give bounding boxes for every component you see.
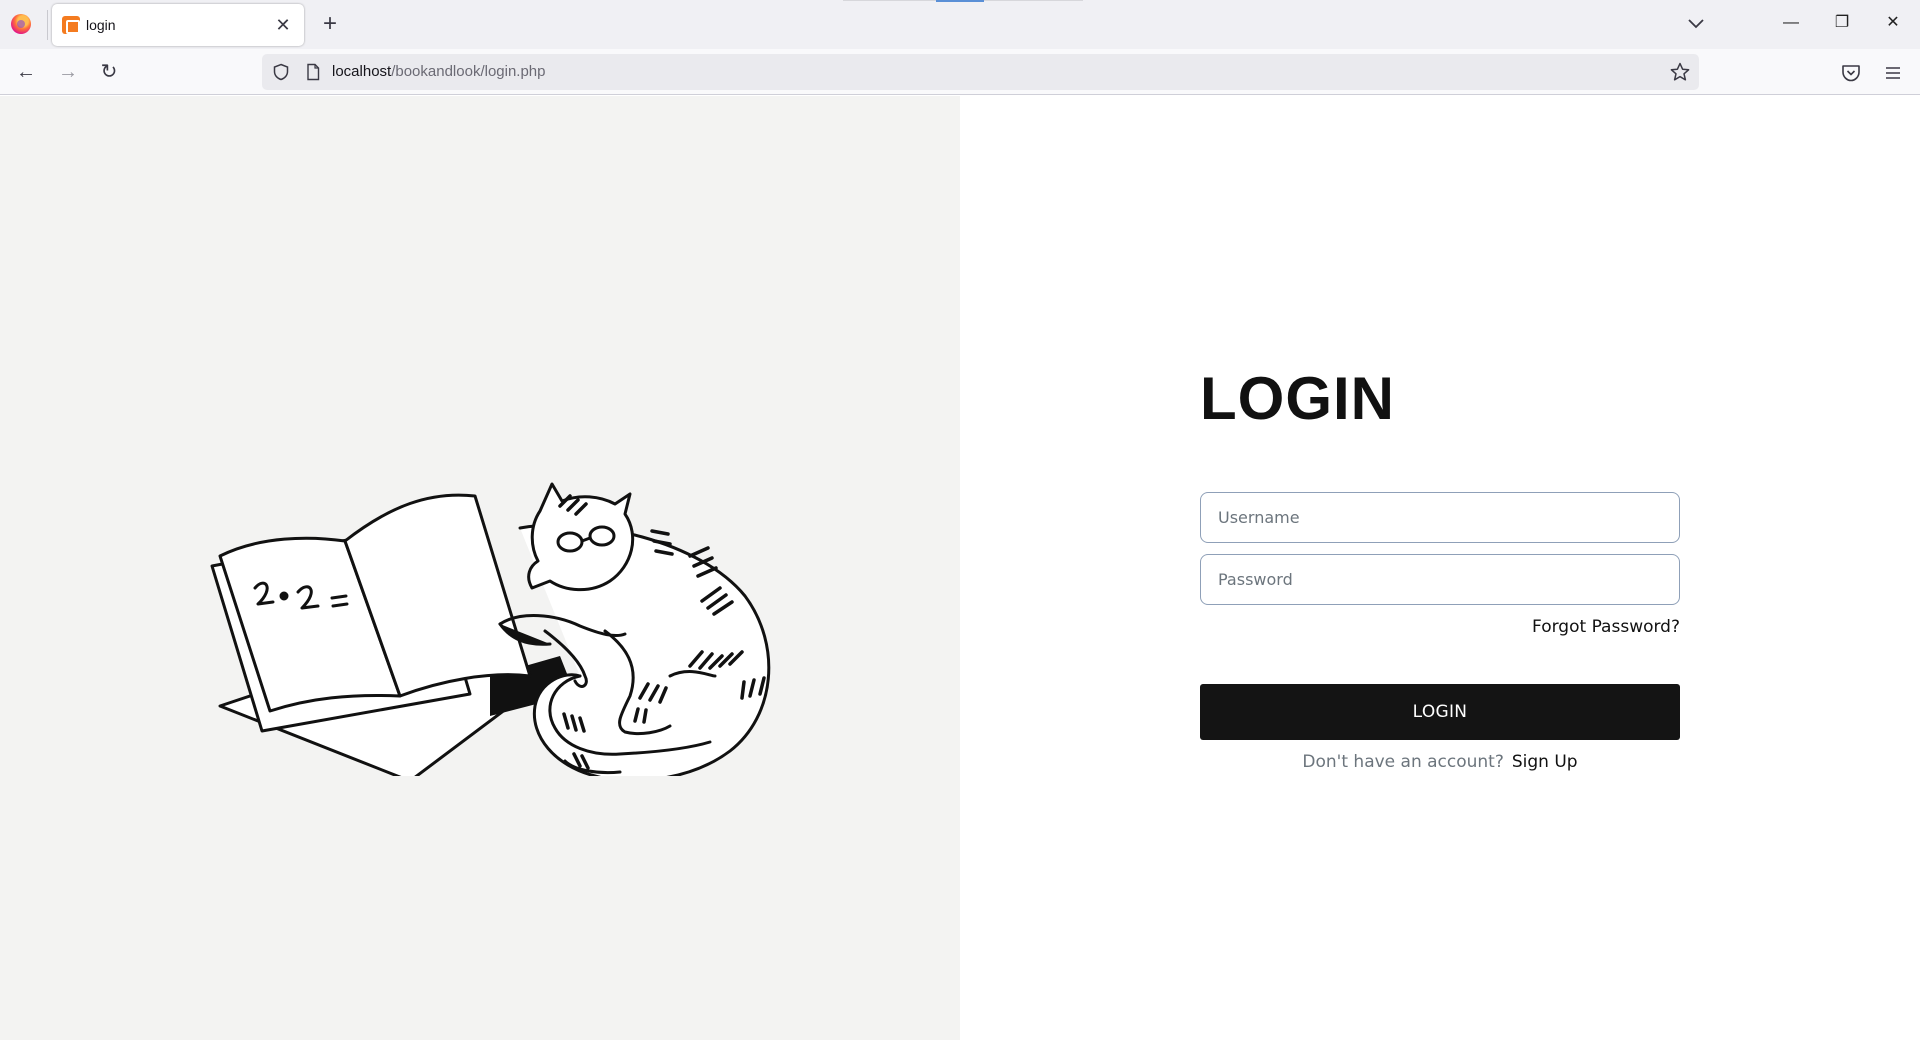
navigation-toolbar: ← → ↻ localhost/bookandlook/login.php — [0, 49, 1920, 95]
reload-button[interactable]: ↻ — [93, 57, 125, 87]
login-heading: LOGIN — [1200, 365, 1395, 432]
chevron-down-icon[interactable] — [1684, 12, 1708, 36]
shield-icon[interactable] — [272, 63, 290, 81]
tab-strip: login ✕ + — ❐ ✕ — [0, 0, 1920, 49]
forward-button[interactable]: → — [52, 57, 84, 87]
pocket-icon[interactable] — [1840, 62, 1862, 84]
illustration-panel — [0, 96, 960, 1040]
page-icon[interactable] — [304, 63, 322, 81]
tab-title: login — [86, 17, 116, 33]
xampp-favicon-icon — [62, 16, 80, 34]
new-tab-button[interactable]: + — [316, 10, 344, 38]
star-icon[interactable] — [1669, 61, 1691, 83]
cat-reading-book-illustration — [210, 482, 771, 776]
password-input[interactable] — [1200, 554, 1680, 605]
close-window-button[interactable]: ✕ — [1870, 0, 1916, 49]
restore-button[interactable]: ❐ — [1819, 0, 1865, 49]
close-icon[interactable]: ✕ — [272, 14, 294, 36]
no-account-text: Don't have an account? — [1302, 752, 1504, 772]
forgot-password-link[interactable]: Forgot Password? — [1460, 617, 1680, 637]
username-input[interactable] — [1200, 492, 1680, 543]
sign-up-link[interactable]: Sign Up — [1512, 752, 1578, 772]
url-text[interactable]: localhost/bookandlook/login.php — [332, 63, 546, 80]
login-button[interactable]: LOGIN — [1200, 684, 1680, 740]
login-panel: LOGIN Forgot Password? LOGIN Don't have … — [960, 96, 1920, 1040]
url-host: localhost — [332, 63, 392, 80]
tab-separator — [47, 10, 48, 40]
browser-tab-login[interactable]: login ✕ — [52, 4, 304, 46]
firefox-logo-icon[interactable] — [11, 14, 31, 34]
minimize-button[interactable]: — — [1768, 0, 1814, 49]
back-button[interactable]: ← — [10, 57, 42, 87]
hamburger-menu-icon[interactable] — [1882, 62, 1904, 84]
address-bar[interactable]: localhost/bookandlook/login.php — [262, 54, 1699, 90]
window-drag-accent — [936, 0, 984, 2]
url-path: /bookandlook/login.php — [391, 63, 546, 80]
signup-prompt: Don't have an account? Sign Up — [1200, 752, 1680, 772]
